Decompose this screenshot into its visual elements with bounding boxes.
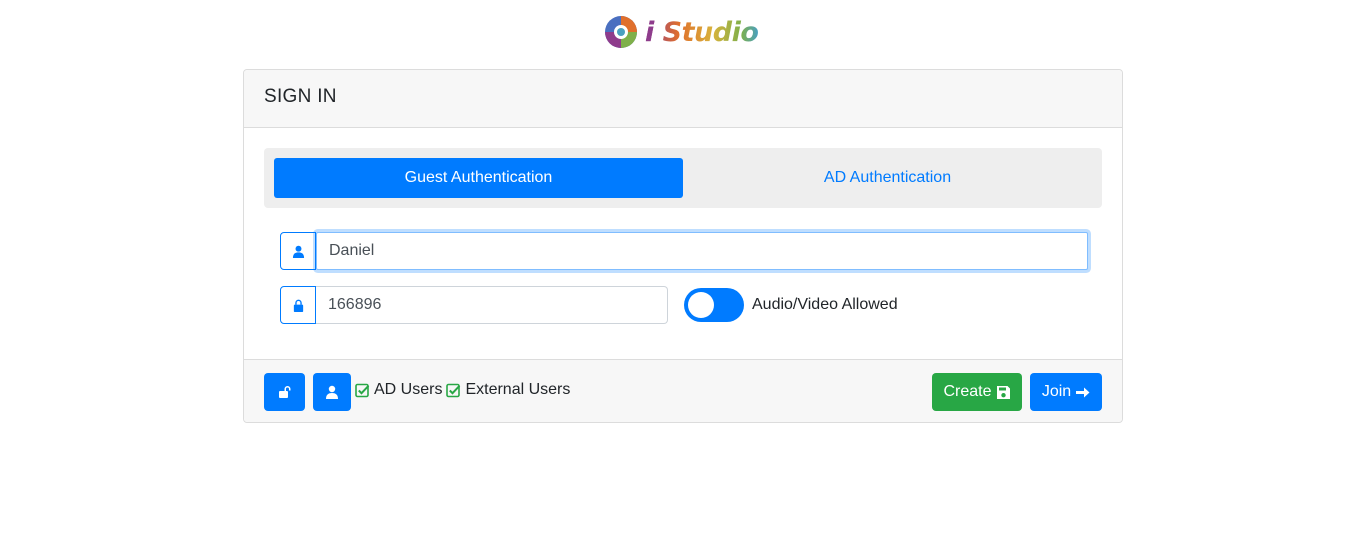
check-square-icon [446,383,461,397]
lock-addon [280,286,316,324]
check-square-icon [355,383,370,397]
av-toggle-label: Audio/Video Allowed [752,296,898,313]
auth-tabs: Guest Authentication AD Authentication [264,148,1102,208]
join-button-label: Join [1041,383,1072,400]
code-input-group: Audio/Video Allowed [280,286,898,324]
name-input[interactable] [316,232,1088,270]
istudio-logo-icon [605,16,637,48]
av-allowed-toggle[interactable] [684,288,744,322]
user-addon [280,232,316,270]
save-icon [996,385,1010,399]
external-users-label: External Users [465,381,571,398]
code-input[interactable] [316,286,668,324]
card-title: SIGN IN [264,86,337,107]
user-button[interactable] [313,373,351,411]
logo-text: i Studio [645,16,759,48]
user-icon [292,245,304,258]
card-header: SIGN IN [244,70,1122,128]
user-type-checks: AD Users External Users [355,381,574,399]
create-button[interactable]: Create [932,373,1022,411]
unlock-icon [278,386,290,398]
card-footer: AD Users External Users Create Join [244,359,1122,422]
toggle-knob [688,292,714,318]
ad-users-check[interactable]: AD Users [355,381,442,399]
tab-ad-authentication[interactable]: AD Authentication [683,158,1092,198]
ad-users-label: AD Users [374,381,443,398]
unlock-button[interactable] [264,373,305,411]
external-users-check[interactable]: External Users [446,381,570,399]
user-icon [326,385,338,399]
av-toggle-group: Audio/Video Allowed [684,288,898,322]
tab-guest-authentication[interactable]: Guest Authentication [274,158,683,198]
name-input-group [280,232,1088,270]
lock-icon [293,299,303,312]
create-button-label: Create [943,383,992,400]
signin-card: SIGN IN Guest Authentication AD Authenti… [243,69,1123,423]
join-button[interactable]: Join [1030,373,1102,411]
arrow-right-icon [1076,387,1090,397]
app-logo: i Studio [603,13,758,51]
